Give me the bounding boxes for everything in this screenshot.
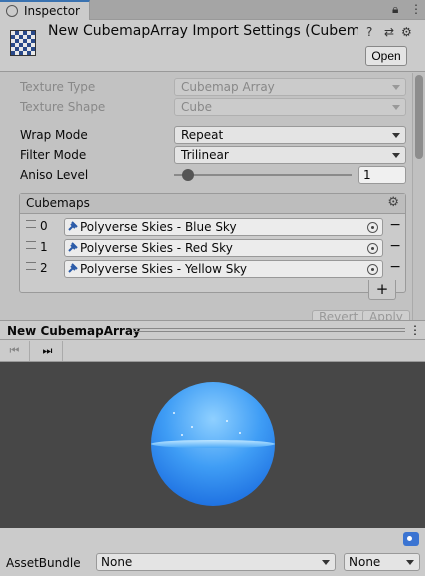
cubemap-value: Polyverse Skies - Red Sky (80, 241, 233, 255)
filter-mode-dropdown[interactable]: Trilinear (174, 146, 406, 164)
aniso-level-label: Aniso Level (20, 168, 89, 182)
open-button[interactable]: Open (365, 46, 407, 66)
asset-bundle-variant-value: None (349, 555, 381, 569)
texture-shape-label: Texture Shape (20, 100, 106, 114)
help-icon[interactable]: ? (366, 25, 372, 39)
cubemap-array-icon (10, 30, 36, 56)
asset-bundle-label: AssetBundle (6, 556, 81, 570)
texture-type-dropdown[interactable]: Cubemap Array (174, 78, 406, 96)
wrap-mode-label: Wrap Mode (20, 128, 88, 142)
asset-bundle-value: None (101, 555, 133, 569)
aniso-slider-track[interactable] (174, 174, 352, 176)
kebab-menu-icon[interactable]: ⋮ (409, 323, 421, 337)
remove-item-button[interactable]: − (389, 217, 401, 233)
drag-handle-icon[interactable] (26, 220, 36, 228)
object-picker-icon[interactable] (367, 264, 378, 275)
resize-handle[interactable] (133, 328, 405, 332)
star-dot (173, 412, 175, 414)
texture-shape-value: Cube (181, 100, 212, 114)
object-picker-icon[interactable] (367, 243, 378, 254)
revert-button[interactable]: Revert (312, 310, 366, 320)
apply-button[interactable]: Apply (362, 310, 410, 320)
sphere-horizon (151, 440, 275, 448)
label-tag-icon[interactable] (403, 532, 419, 546)
cubemap-value: Polyverse Skies - Blue Sky (80, 220, 237, 234)
tab-bar: Inspector 🔒︎ ⋮ (0, 0, 425, 20)
aniso-level-field[interactable]: 1 (358, 166, 406, 184)
cubemaps-title: Cubemaps (26, 196, 90, 210)
asset-header: New CubemapArray Import Settings (Cubema… (0, 20, 425, 72)
drag-handle-icon[interactable] (26, 241, 36, 249)
cubemap-object-field[interactable]: Polyverse Skies - Blue Sky (64, 218, 383, 236)
wrap-mode-dropdown[interactable]: Repeat (174, 126, 406, 144)
aniso-level-value: 1 (363, 168, 371, 182)
preview-title: New CubemapArray (7, 324, 141, 338)
cubemap-value: Polyverse Skies - Yellow Sky (80, 262, 247, 276)
texture-shape-dropdown[interactable]: Cube (174, 98, 406, 116)
add-item-button[interactable]: + (368, 280, 396, 300)
chevron-down-icon (392, 133, 400, 138)
list-item-index: 2 (40, 261, 48, 275)
import-settings-panel: Texture Type Cubemap Array Texture Shape… (0, 73, 412, 320)
filter-mode-label: Filter Mode (20, 148, 87, 162)
wrap-mode-value: Repeat (181, 128, 224, 142)
cubemap-object-field[interactable]: Polyverse Skies - Yellow Sky (64, 260, 383, 278)
aniso-slider-handle[interactable] (182, 169, 194, 181)
asset-bundle-bar: AssetBundle None None (0, 528, 425, 576)
list-item: 2 Polyverse Skies - Yellow Sky − (20, 259, 405, 279)
list-item: 0 Polyverse Skies - Blue Sky − (20, 217, 405, 237)
step-back-icon[interactable]: ⏮ (0, 341, 30, 361)
object-picker-icon[interactable] (367, 222, 378, 233)
chevron-down-icon (392, 85, 400, 90)
chevron-down-icon (322, 560, 330, 565)
preview-header[interactable]: New CubemapArray ⋮ (0, 320, 425, 340)
gear-icon[interactable]: ⚙ (401, 25, 412, 39)
texture-type-value: Cubemap Array (181, 80, 275, 94)
tab-inspector[interactable]: Inspector (0, 0, 90, 20)
cubemaps-list-header: Cubemaps ⚙ (20, 194, 405, 214)
info-icon (6, 5, 18, 17)
star-dot (181, 434, 183, 436)
cubemap-object-field[interactable]: Polyverse Skies - Red Sky (64, 239, 383, 257)
star-dot (239, 432, 241, 434)
preview-viewport[interactable] (0, 362, 425, 528)
asset-bundle-dropdown[interactable]: None (96, 553, 336, 571)
preset-icon[interactable]: ⇄ (384, 25, 394, 39)
tab-label: Inspector (24, 4, 80, 18)
list-item-index: 1 (40, 240, 48, 254)
aniso-level-row: Aniso Level 1 (20, 166, 410, 184)
gear-icon[interactable]: ⚙ (387, 195, 399, 210)
chevron-down-icon (392, 153, 400, 158)
chevron-down-icon (406, 560, 414, 565)
chevron-down-icon (392, 105, 400, 110)
remove-item-button[interactable]: − (389, 238, 401, 254)
kebab-menu-icon[interactable]: ⋮ (410, 2, 422, 16)
page-title: New CubemapArray Import Settings (Cubema… (48, 23, 358, 39)
cubemap-preview-sphere (151, 382, 275, 506)
inspector-scrollbar[interactable] (412, 73, 425, 320)
star-dot (191, 426, 193, 428)
filter-mode-value: Trilinear (181, 148, 229, 162)
step-forward-icon[interactable]: ⏭ (33, 341, 63, 361)
texture-type-label: Texture Type (20, 80, 96, 94)
list-item: 1 Polyverse Skies - Red Sky − (20, 238, 405, 258)
cubemap-icon (68, 242, 78, 252)
scrollbar-thumb[interactable] (415, 75, 423, 159)
cubemap-icon (68, 221, 78, 231)
remove-item-button[interactable]: − (389, 259, 401, 275)
list-item-index: 0 (40, 219, 48, 233)
lock-icon[interactable]: 🔒︎ (392, 2, 398, 17)
asset-bundle-variant-dropdown[interactable]: None (344, 553, 420, 571)
star-dot (226, 420, 228, 422)
preview-toolbar: ⏮ ⏭ (0, 340, 425, 362)
drag-handle-icon[interactable] (26, 262, 36, 270)
cubemap-icon (68, 263, 78, 273)
cubemaps-list: Cubemaps ⚙ 0 Polyverse Skies - Blue Sky … (19, 193, 406, 293)
